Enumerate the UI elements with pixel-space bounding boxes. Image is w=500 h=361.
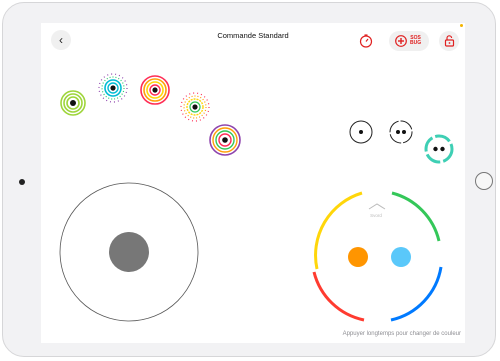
camera [19,179,25,185]
hint-text: Appuyer longtemps pour changer de couleu… [342,331,461,337]
one-dot-mode-button[interactable] [349,120,373,144]
concentric-token-red-yellow[interactable] [140,75,170,105]
speed-label: Svord [370,213,382,218]
app-screen: ‹ Commande Standard SOS BUG Svord Appuye… [41,23,465,343]
concentric-token-purple[interactable] [209,124,241,156]
spiral-token-multicolor-dotted[interactable] [180,92,210,122]
right-colour-dot[interactable] [391,247,411,267]
spiral-token-cyan-dotted[interactable] [98,73,128,103]
tablet-body: ‹ Commande Standard SOS BUG Svord Appuye… [2,2,496,357]
home-button[interactable] [475,172,493,190]
two-dot-active-mode-button[interactable] [424,134,454,164]
tablet-frame: ‹ Commande Standard SOS BUG Svord Appuye… [0,0,500,361]
left-colour-dot[interactable] [348,247,368,267]
joystick[interactable] [59,182,199,322]
spiral-token-green[interactable] [60,90,86,116]
control-canvas [59,73,454,322]
colour-wheel[interactable] [312,191,443,322]
two-dot-mode-button[interactable] [389,120,413,144]
joystick-knob[interactable] [109,232,149,272]
